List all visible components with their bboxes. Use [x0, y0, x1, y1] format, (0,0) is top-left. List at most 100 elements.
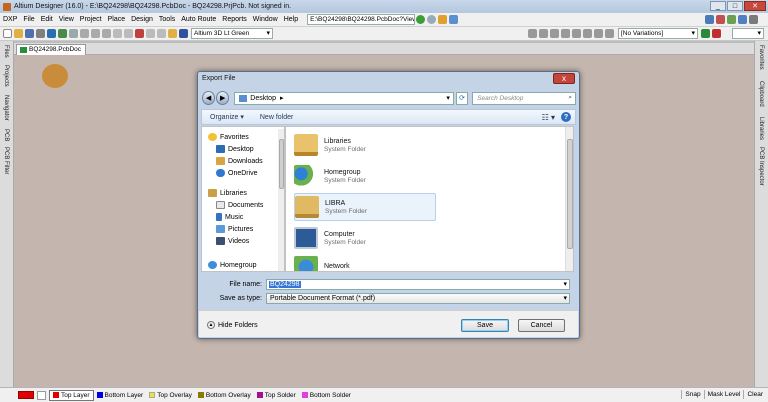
undo-icon[interactable]: [146, 29, 155, 38]
mask-level-button[interactable]: Mask Level: [703, 390, 744, 399]
copy-icon[interactable]: [91, 29, 100, 38]
go-back-icon[interactable]: [416, 15, 426, 24]
address-chevron-icon[interactable]: ▸: [280, 94, 284, 102]
maximize-button[interactable]: □: [727, 1, 743, 11]
cut-icon[interactable]: [80, 29, 89, 38]
highlight-icon[interactable]: [168, 29, 177, 38]
file-list-scroll-thumb[interactable]: [567, 139, 573, 249]
document-path-input[interactable]: E:\BQ24298\BQ24298.PcbDoc?View: [307, 14, 416, 25]
menu-tools[interactable]: Tools: [156, 16, 178, 23]
nav-scroll-thumb[interactable]: [279, 139, 284, 189]
dialog-close-button[interactable]: x: [553, 73, 575, 84]
new-folder-button[interactable]: New folder: [252, 114, 301, 121]
minimize-button[interactable]: _: [710, 1, 726, 11]
layer-tab-top-overlay[interactable]: Top Overlay: [146, 390, 195, 401]
nav-scrollbar[interactable]: [278, 129, 284, 271]
file-item-computer[interactable]: Computer System Folder: [294, 224, 436, 252]
refresh-icon[interactable]: ⟳: [455, 91, 469, 105]
view-configuration-select[interactable]: Altium 3D Lt Green: [191, 28, 273, 39]
current-layer-swatch[interactable]: [18, 391, 34, 399]
zoom-area-icon[interactable]: [58, 29, 67, 38]
print-icon[interactable]: [36, 29, 45, 38]
back-arrow-icon[interactable]: ◀: [202, 91, 216, 105]
save-button[interactable]: Save: [461, 319, 509, 332]
menu-view[interactable]: View: [56, 16, 77, 23]
cancel-button[interactable]: Cancel: [518, 319, 565, 332]
search-icon[interactable]: ⌕: [568, 94, 572, 102]
panel-tab-libraries[interactable]: Libraries: [758, 117, 764, 140]
nav-homegroup[interactable]: Homegroup: [208, 261, 257, 269]
redo-icon[interactable]: [157, 29, 166, 38]
file-item-homegroup[interactable]: Homegroup System Folder: [294, 162, 436, 190]
panel-tab-pcb-filter[interactable]: PCB Filter: [3, 147, 9, 174]
pad-icon[interactable]: [550, 29, 559, 38]
view-options-icon[interactable]: ☷ ▾: [542, 113, 555, 122]
menu-reports[interactable]: Reports: [219, 16, 250, 23]
misc-tools-icon[interactable]: [749, 15, 758, 24]
paste-icon[interactable]: [102, 29, 111, 38]
align-tools-icon[interactable]: [727, 15, 736, 24]
go-forward-icon[interactable]: [427, 15, 437, 24]
panel-tab-navigator[interactable]: Navigator: [3, 95, 9, 121]
layer-tab-bottom-solder[interactable]: Bottom Solder: [299, 390, 354, 401]
polygon-icon[interactable]: [583, 29, 592, 38]
nav-favorites[interactable]: Favorites: [208, 133, 249, 141]
help-icon[interactable]: ?: [561, 112, 571, 122]
layer-tab-top-solder[interactable]: Top Solder: [254, 390, 299, 401]
layer-tab-bottom-overlay[interactable]: Bottom Overlay: [195, 390, 254, 401]
text-icon[interactable]: [594, 29, 603, 38]
zoom-fit-icon[interactable]: [47, 29, 56, 38]
hide-folders-toggle[interactable]: ▲ Hide Folders: [207, 321, 258, 329]
menu-help[interactable]: Help: [281, 16, 301, 23]
component-icon[interactable]: [605, 29, 614, 38]
home-icon[interactable]: [438, 15, 448, 24]
file-item-libraries[interactable]: Libraries System Folder: [294, 131, 436, 159]
move-icon[interactable]: [124, 29, 133, 38]
fill-icon[interactable]: [572, 29, 581, 38]
panel-tab-files[interactable]: Files: [3, 45, 9, 58]
panel-tab-clipboard[interactable]: Clipboard: [758, 81, 764, 107]
nav-onedrive[interactable]: OneDrive: [216, 169, 258, 177]
clear-button[interactable]: Clear: [743, 390, 766, 399]
nav-pictures[interactable]: Pictures: [216, 225, 253, 233]
menu-design[interactable]: Design: [128, 16, 156, 23]
extra-select[interactable]: [732, 28, 764, 39]
layer-set-icon[interactable]: [37, 390, 46, 400]
save-as-type-dropdown-icon[interactable]: ▾: [563, 294, 567, 302]
address-dropdown-icon[interactable]: ▾: [446, 94, 450, 102]
organize-button[interactable]: Organize ▾: [202, 113, 252, 121]
grid-tools-icon[interactable]: [738, 15, 747, 24]
file-name-input[interactable]: BQ24298 ▾: [266, 278, 570, 290]
search-input[interactable]: Search Desktop ⌕: [472, 91, 576, 105]
variant-icon[interactable]: [701, 29, 710, 38]
panel-tab-pcb[interactable]: PCB: [3, 129, 9, 141]
address-bar[interactable]: Desktop ▸ ▾: [234, 91, 454, 105]
nav-libraries[interactable]: Libraries: [208, 189, 247, 197]
arc-icon[interactable]: [561, 29, 570, 38]
menu-auto-route[interactable]: Auto Route: [178, 16, 219, 23]
bookmark-icon[interactable]: [449, 15, 459, 24]
view-config-icon[interactable]: [179, 29, 188, 38]
forward-arrow-icon[interactable]: ▶: [216, 91, 230, 105]
wiring-tools-icon[interactable]: [705, 15, 714, 24]
variant-select[interactable]: [No Variations]: [618, 28, 698, 39]
menu-place[interactable]: Place: [105, 16, 129, 23]
deselect-icon[interactable]: [135, 29, 144, 38]
panel-tab-projects[interactable]: Projects: [3, 65, 9, 87]
panel-tab-pcb-inspector[interactable]: PCB Inspector: [758, 147, 764, 186]
nav-videos[interactable]: Videos: [216, 237, 249, 245]
nav-music[interactable]: Music: [216, 213, 243, 221]
nav-documents[interactable]: Documents: [216, 201, 263, 209]
placement-tools-icon[interactable]: [716, 15, 725, 24]
stop-icon[interactable]: [712, 29, 721, 38]
document-tab[interactable]: BQ24298.PcbDoc: [16, 44, 87, 55]
layer-tab-bottom-layer[interactable]: Bottom Layer: [94, 390, 147, 401]
menu-edit[interactable]: Edit: [38, 16, 56, 23]
layer-tab-top-layer[interactable]: Top Layer: [49, 389, 94, 401]
file-list-scrollbar[interactable]: [565, 127, 573, 271]
save-as-type-select[interactable]: Portable Document Format (*.pdf) ▾: [266, 292, 570, 304]
zoom-selected-icon[interactable]: [69, 29, 78, 38]
snap-button[interactable]: Snap: [681, 390, 703, 399]
new-document-icon[interactable]: [3, 29, 12, 38]
route-icon[interactable]: [528, 29, 537, 38]
